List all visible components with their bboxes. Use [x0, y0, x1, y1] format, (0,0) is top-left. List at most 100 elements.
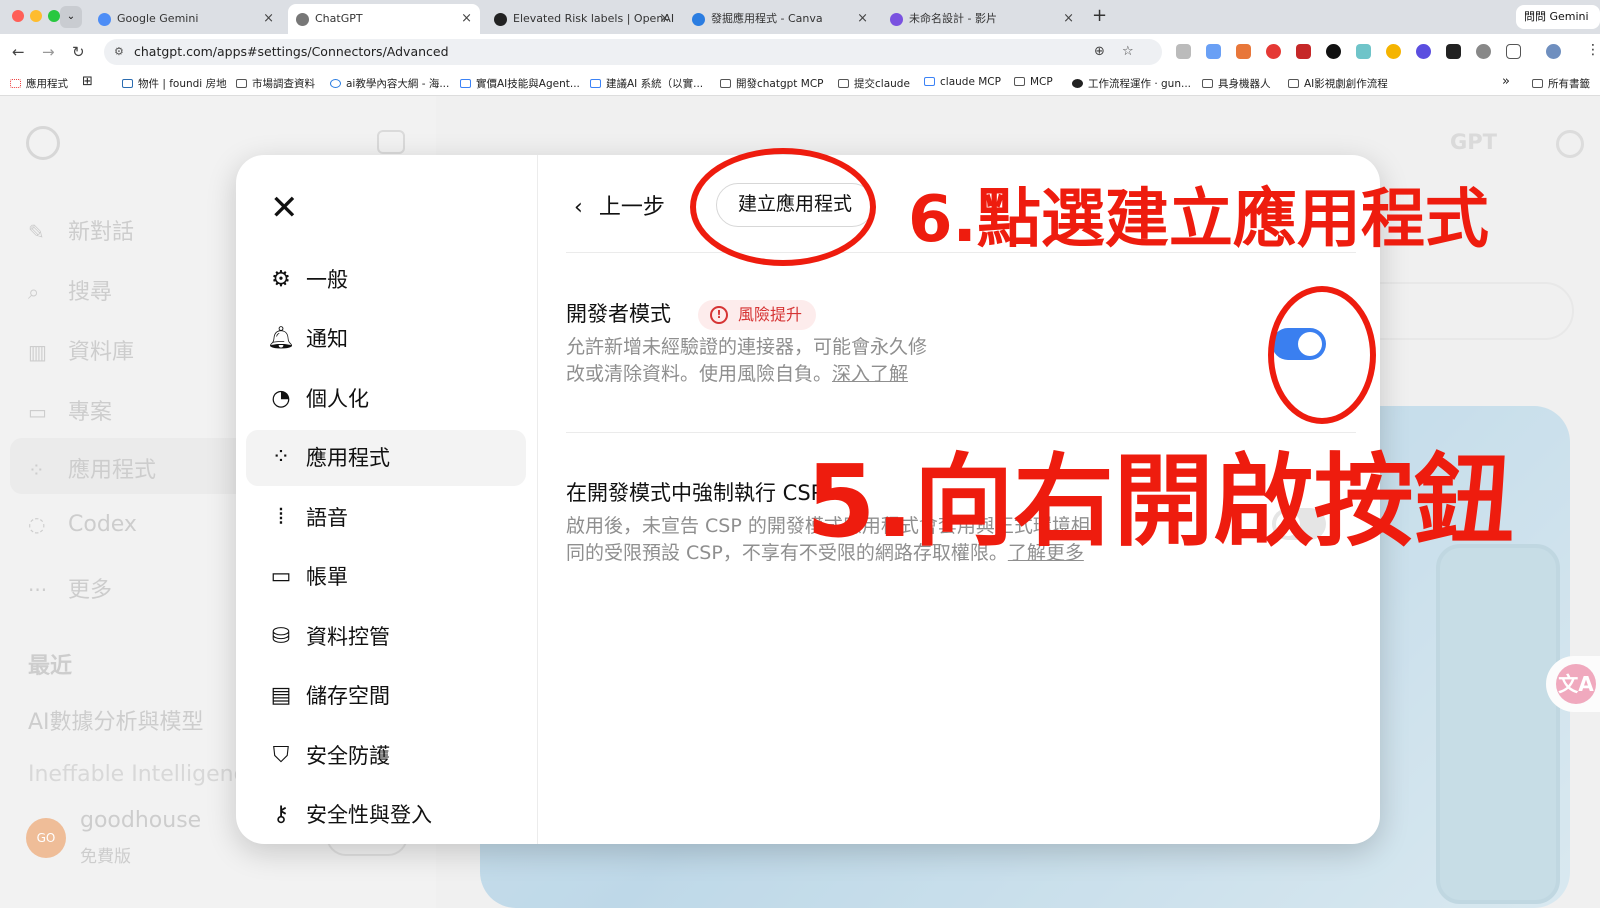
bookmark-folder[interactable]: AI影視劇創作流程 — [1288, 76, 1388, 91]
annotation-step6: 6.點選建立應用程式 — [908, 183, 1489, 257]
tab-google-gemini[interactable]: Google Gemini × — [90, 4, 282, 34]
claude-extension-icon[interactable] — [1236, 44, 1251, 59]
settings-nav-label: 安全性與登入 — [306, 803, 432, 827]
purple-extension-icon[interactable] — [1416, 44, 1431, 59]
teal-extension-icon[interactable] — [1356, 44, 1371, 59]
bookmark-ai-outline[interactable]: ai教學內容大綱 - 海... — [330, 76, 449, 91]
maximize-window-button[interactable] — [48, 10, 60, 22]
shield-icon: ⛉ — [272, 743, 290, 768]
puzzle-extensions-icon[interactable] — [1506, 44, 1521, 59]
developer-mode-title: 開發者模式 — [566, 302, 671, 326]
learn-more-link[interactable]: 深入了解 — [832, 363, 908, 385]
camera-extension-icon[interactable] — [1176, 44, 1191, 59]
bookmark-star-icon[interactable]: ☆ — [1122, 39, 1134, 65]
settings-nav-safety[interactable]: ⛉ 安全防護 — [246, 728, 526, 784]
bookmark-foundi[interactable]: 物件 | foundi 房地 — [122, 76, 227, 91]
video-favicon-icon — [890, 12, 903, 26]
tab-canva-video[interactable]: 未命名設計 - 影片 × — [882, 4, 1082, 34]
settings-nav-label: 安全防護 — [306, 744, 390, 768]
browser-toolbar: ← → ↻ ⚙ chatgpt.com/apps#settings/Connec… — [0, 34, 1600, 70]
annotation-step5: 5.向右開啟按鈕 — [806, 443, 1514, 560]
url-text: chatgpt.com/apps#settings/Connectors/Adv… — [134, 44, 449, 59]
settings-nav-apps[interactable]: ⁘ 應用程式 — [246, 430, 526, 486]
description-line: 改或清除資料。使用風險自負。 — [566, 363, 833, 385]
bookmark-folder[interactable]: 提交claude — [838, 76, 910, 91]
close-tab-icon[interactable]: × — [659, 4, 670, 34]
risk-badge-label: 風險提升 — [738, 305, 803, 324]
bookmark-label: 開發chatgpt MCP — [736, 78, 824, 90]
settings-nav-voice[interactable]: ⦙ 語音 — [246, 490, 526, 546]
zoom-icon[interactable]: ⊕ — [1094, 39, 1105, 65]
bookmark-apps[interactable]: 應用程式 — [10, 76, 68, 91]
close-tab-icon[interactable]: × — [857, 4, 868, 34]
close-window-button[interactable] — [12, 10, 24, 22]
ask-gemini-label: 問問 Gemini — [1524, 10, 1589, 23]
settings-nav-billing[interactable]: ▭ 帳單 — [246, 549, 526, 605]
black-extension-icon[interactable] — [1326, 44, 1341, 59]
alert-icon: ! — [710, 306, 728, 324]
bookmark-folder[interactable]: 市場調查資料 — [236, 76, 315, 91]
close-tab-icon[interactable]: × — [263, 4, 274, 34]
bookmark-label: 所有書籤 — [1548, 78, 1590, 90]
tab-canva-apps[interactable]: 發掘應用程式 - Canva × — [684, 4, 876, 34]
browser-menu-icon[interactable]: ⋮ — [1586, 42, 1600, 58]
settings-nav-general[interactable]: ⚙ 一般 — [246, 252, 526, 308]
bookmark-folder[interactable]: 具身機器人 — [1202, 76, 1271, 91]
stamp-extension-icon[interactable] — [1296, 44, 1311, 59]
database-icon: ⛁ — [271, 624, 291, 649]
settings-nav-notifications[interactable]: 🔔︎ 通知 — [246, 311, 526, 367]
tab-label: Google Gemini — [117, 12, 199, 25]
ask-gemini-button[interactable]: 問問 Gemini — [1516, 5, 1600, 29]
profile-avatar-icon[interactable] — [1546, 44, 1561, 59]
bookmark-label: MCP — [1030, 76, 1053, 88]
back-button[interactable]: ‹ 上一步 — [574, 189, 665, 221]
address-bar[interactable]: ⚙ chatgpt.com/apps#settings/Connectors/A… — [104, 39, 1162, 65]
close-icon[interactable]: ✕ — [270, 191, 299, 225]
red-extension-icon[interactable] — [1266, 44, 1281, 59]
bookmark-github[interactable]: 工作流程運作 · gun... — [1072, 76, 1191, 91]
close-tab-icon[interactable]: × — [461, 4, 472, 34]
pin-extension-icon[interactable] — [1386, 44, 1401, 59]
settings-nav-security-login[interactable]: ⚷ 安全性與登入 — [246, 787, 526, 843]
browser-tab-bar: ⌄ Google Gemini × ChatGPT × Elevated Ris… — [0, 0, 1600, 34]
bookmark-folder[interactable]: MCP — [1014, 76, 1053, 88]
settings-nav-label: 帳單 — [306, 565, 348, 589]
bell-icon: 🔔︎ — [267, 326, 295, 351]
settings-nav-label: 應用程式 — [306, 446, 390, 470]
bookmark-label: 實價AI技能與Agent... — [476, 78, 580, 90]
openai-favicon-icon — [494, 12, 507, 26]
forward-arrow-icon[interactable]: → — [42, 43, 55, 61]
site-info-icon[interactable]: ⚙ — [114, 39, 124, 65]
settings-nav-label: 通知 — [306, 327, 348, 351]
more-bookmarks-icon[interactable]: » — [1502, 74, 1510, 89]
bookmark-doc[interactable]: 建議AI 系統（以實... — [590, 76, 703, 91]
bookmark-folder[interactable]: 開發chatgpt MCP — [720, 76, 824, 91]
lit-extension-icon[interactable] — [1446, 44, 1461, 59]
bookmark-doc[interactable]: 實價AI技能與Agent... — [460, 76, 580, 91]
chatgpt-favicon-icon — [296, 12, 309, 26]
apps-icon: ⁘ — [271, 445, 291, 470]
tab-elevated-risk[interactable]: Elevated Risk labels | OpenAI × — [486, 4, 678, 34]
settings-nav-personalization[interactable]: ◔ 個人化 — [246, 371, 526, 427]
tab-label: ChatGPT — [315, 12, 363, 25]
gemini-favicon-icon — [98, 12, 111, 26]
bookmarks-bar: 應用程式 ⊞ 物件 | foundi 房地 市場調查資料 ai教學內容大綱 - … — [0, 70, 1600, 96]
bookmark-doc[interactable]: claude MCP — [924, 76, 1001, 88]
minimize-window-button[interactable] — [30, 10, 42, 22]
all-bookmarks[interactable]: 所有書籤 — [1532, 76, 1590, 91]
settings-nav-storage[interactable]: ▤ 儲存空間 — [246, 668, 526, 724]
tab-search-button[interactable]: ⌄ — [60, 6, 82, 28]
grid-icon[interactable]: ⊞ — [82, 74, 93, 89]
settings-nav-label: 個人化 — [306, 387, 369, 411]
copilot-extension-icon[interactable] — [1206, 44, 1221, 59]
gpt-extension-icon[interactable] — [1476, 44, 1491, 59]
settings-nav-data-controls[interactable]: ⛁ 資料控管 — [246, 609, 526, 665]
close-tab-icon[interactable]: × — [1063, 4, 1074, 34]
reload-icon[interactable]: ↻ — [72, 43, 85, 61]
settings-nav-label: 一般 — [306, 268, 348, 292]
tab-chatgpt[interactable]: ChatGPT × — [288, 4, 480, 34]
storage-icon: ▤ — [270, 683, 292, 708]
back-arrow-icon[interactable]: ← — [12, 43, 25, 61]
new-tab-button[interactable]: + — [1092, 5, 1107, 26]
settings-nav-label: 資料控管 — [306, 625, 390, 649]
